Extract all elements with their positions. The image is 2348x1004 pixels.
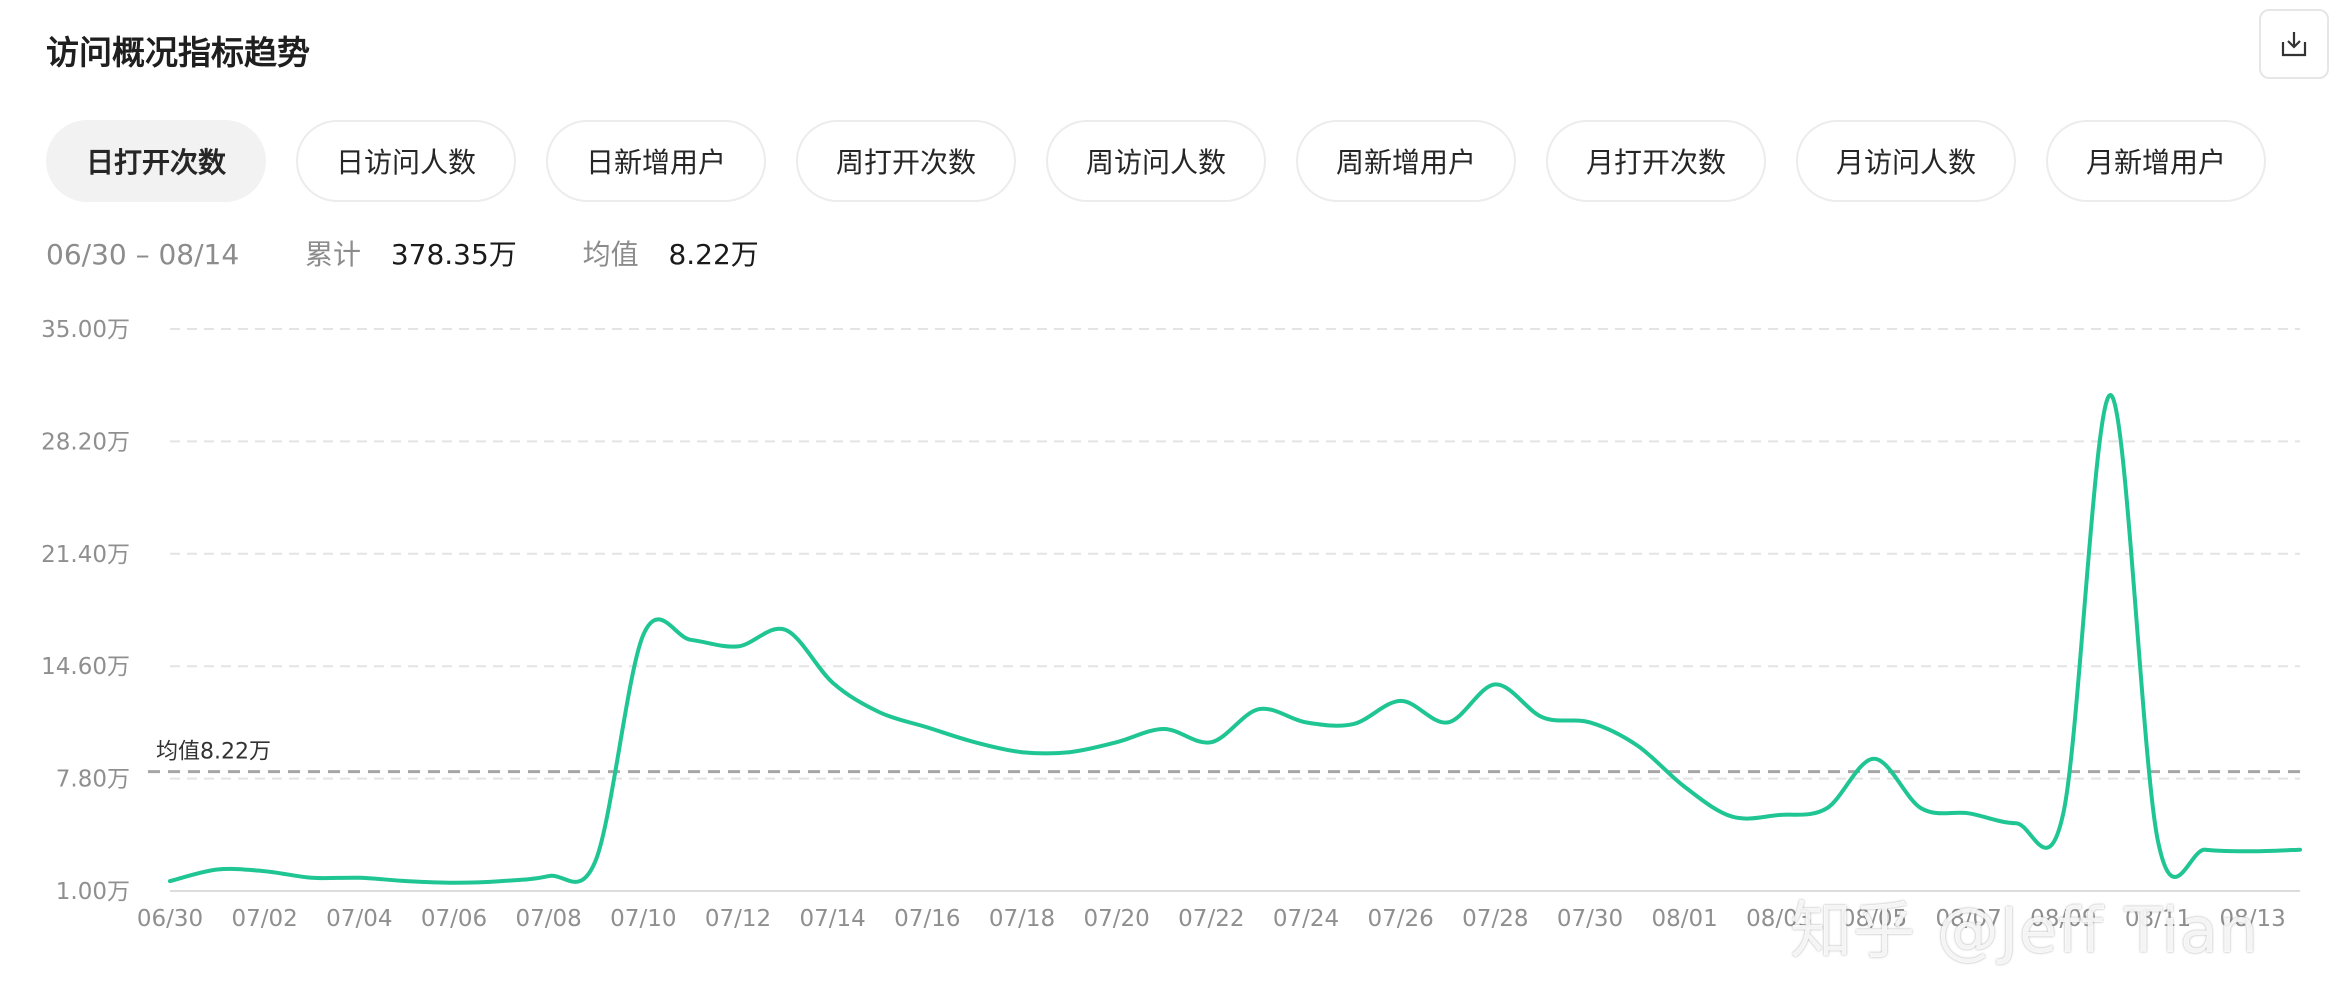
x-tick-label: 07/26 xyxy=(1368,906,1434,932)
data-point xyxy=(1066,749,1072,755)
y-tick-label: 28.20万 xyxy=(41,429,130,455)
data-point xyxy=(2297,847,2303,853)
data-point xyxy=(1398,698,1404,704)
data-point xyxy=(498,878,504,884)
data-point xyxy=(404,878,410,884)
data-point xyxy=(1634,743,1640,749)
y-tick-label: 35.00万 xyxy=(41,317,130,343)
data-point xyxy=(2202,847,2208,853)
x-tick-label: 07/20 xyxy=(1084,906,1150,932)
data-point xyxy=(1824,805,1830,811)
data-point xyxy=(262,868,268,874)
data-point xyxy=(640,632,646,638)
y-tick-label: 14.60万 xyxy=(41,654,130,680)
data-point xyxy=(1208,739,1214,745)
data-point xyxy=(214,867,220,873)
data-point xyxy=(877,709,883,715)
data-point xyxy=(1871,756,1877,762)
data-point xyxy=(451,880,457,886)
x-tick-label: 07/30 xyxy=(1557,906,1623,932)
data-point xyxy=(2250,848,2256,854)
data-point xyxy=(1161,726,1167,732)
data-point xyxy=(1445,719,1451,725)
data-point xyxy=(309,875,315,881)
x-tick-label: 07/10 xyxy=(610,906,676,932)
data-point xyxy=(2013,820,2019,826)
x-tick-label: 07/16 xyxy=(894,906,960,932)
x-tick-label: 07/24 xyxy=(1273,906,1339,932)
data-point xyxy=(2108,392,2114,398)
x-tick-label: 07/14 xyxy=(800,906,866,932)
average-line-label: 均值8.22万 xyxy=(156,740,271,765)
data-point xyxy=(1303,719,1309,725)
data-point xyxy=(1682,784,1688,790)
x-tick-label: 07/12 xyxy=(705,906,771,932)
x-tick-label: 06/30 xyxy=(137,906,203,932)
y-tick-label: 7.80万 xyxy=(56,767,130,793)
series-line xyxy=(168,393,2302,885)
data-point xyxy=(356,875,362,881)
data-point xyxy=(546,873,552,879)
data-point xyxy=(2060,810,2066,816)
data-point xyxy=(1256,706,1262,712)
data-point xyxy=(1966,810,1972,816)
data-point xyxy=(1492,681,1498,687)
y-tick-label: 21.40万 xyxy=(41,542,130,568)
data-point xyxy=(1587,719,1593,725)
x-tick-label: 07/02 xyxy=(232,906,298,932)
data-point xyxy=(1350,721,1356,727)
x-tick-label: 07/28 xyxy=(1462,906,1528,932)
watermark: 知乎 @Jeff Tian xyxy=(1790,894,2259,967)
x-tick-label: 07/22 xyxy=(1178,906,1244,932)
y-tick-label: 1.00万 xyxy=(56,879,130,905)
data-point xyxy=(1776,812,1782,818)
data-point xyxy=(1114,739,1120,745)
data-point xyxy=(167,878,173,884)
x-tick-label: 07/04 xyxy=(326,906,392,932)
data-point xyxy=(688,637,694,643)
data-point xyxy=(2155,838,2161,844)
x-tick-label: 08/01 xyxy=(1652,906,1718,932)
trend-chart: 1.00万 7.80万 14.60万 21.40万 28.20万 35.00万 06/30 0… xyxy=(41,317,2303,932)
data-point xyxy=(782,627,788,633)
data-point xyxy=(972,739,978,745)
data-point xyxy=(1019,749,1025,755)
data-point xyxy=(924,724,930,730)
data-point xyxy=(735,643,741,649)
data-point xyxy=(593,857,599,863)
x-tick-label: 07/06 xyxy=(421,906,487,932)
data-point xyxy=(1540,714,1546,720)
data-point xyxy=(1918,805,1924,811)
x-tick-label: 07/18 xyxy=(989,906,1055,932)
x-tick-label: 07/08 xyxy=(516,906,582,932)
data-point xyxy=(830,680,836,686)
data-point xyxy=(1729,814,1735,820)
